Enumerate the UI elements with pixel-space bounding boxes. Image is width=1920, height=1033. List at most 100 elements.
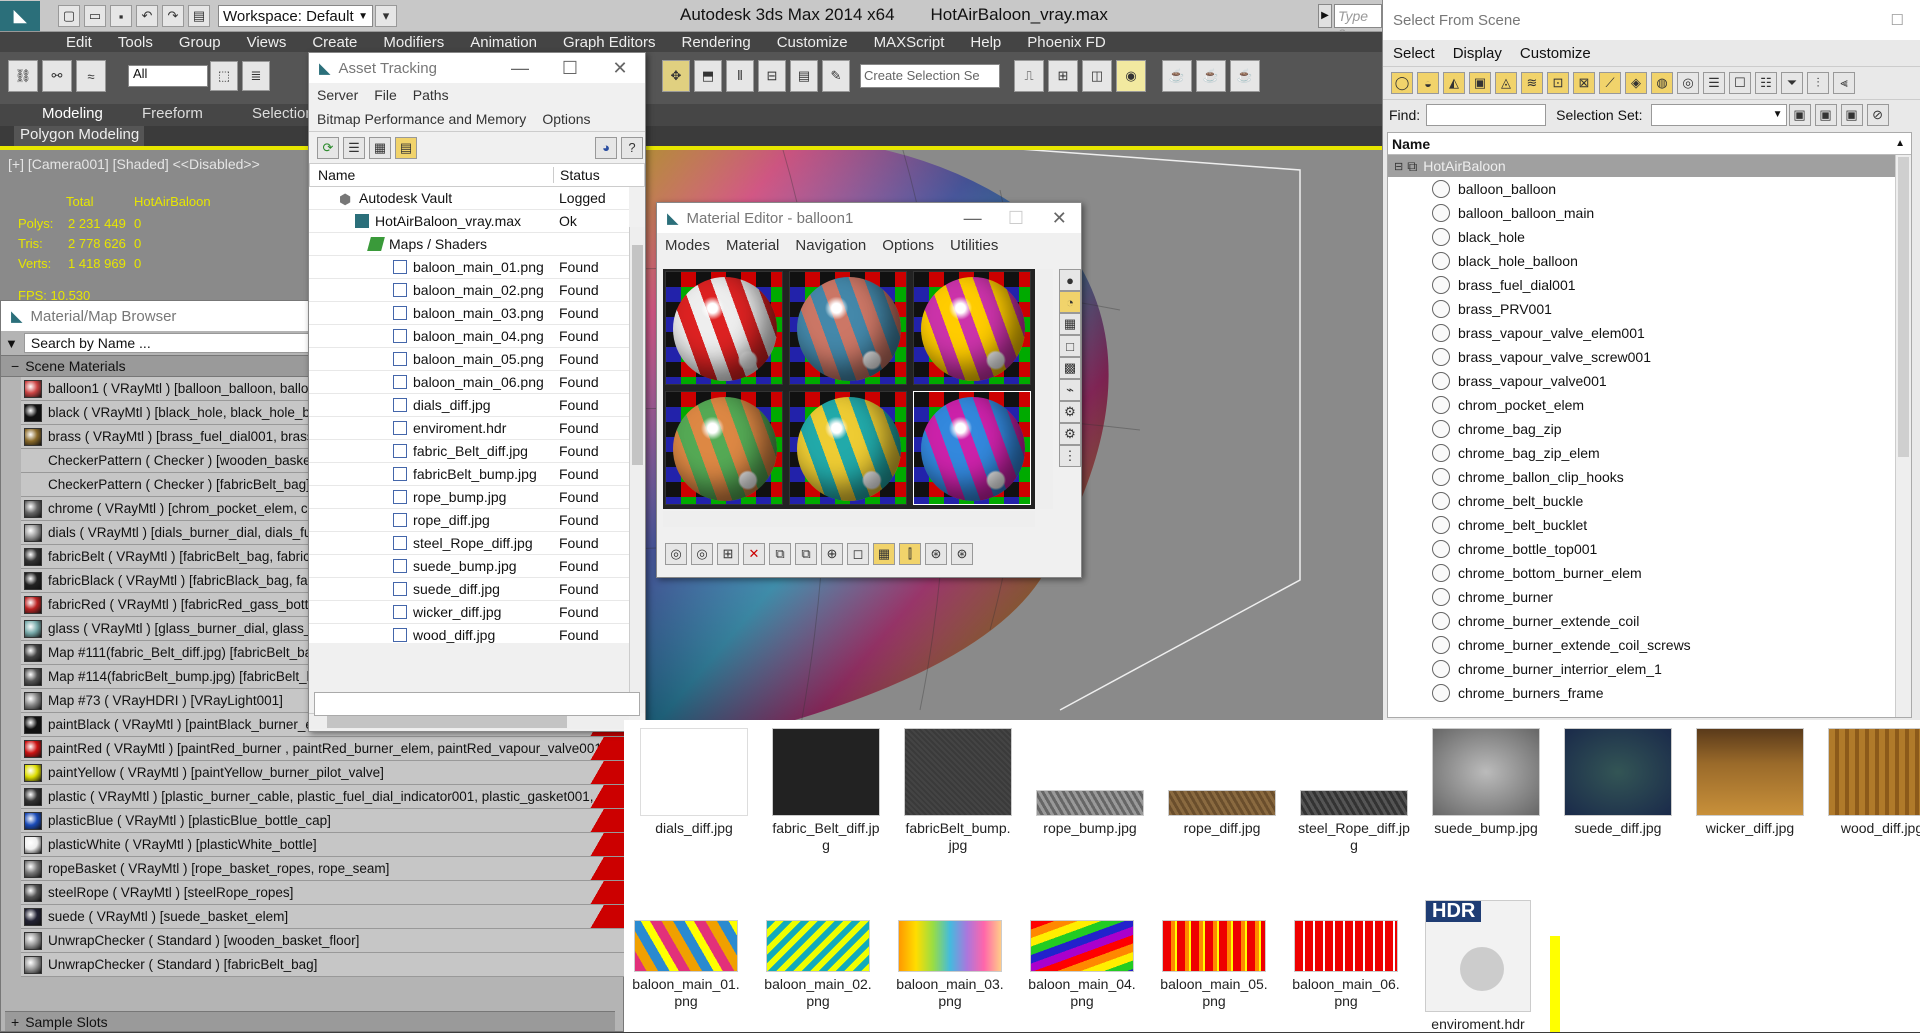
scene-object-row[interactable]: chrome_ballon_clip_hooks: [1432, 465, 1911, 489]
scene-object-row[interactable]: chrome_belt_buckle: [1432, 489, 1911, 513]
new-icon[interactable]: ▢: [58, 5, 80, 27]
scene-object-row[interactable]: chrom_pocket_elem: [1432, 393, 1911, 417]
asset-row[interactable]: baloon_main_06.png Found: [309, 371, 629, 394]
helpers-filter-icon[interactable]: ◬: [1495, 72, 1517, 94]
sel-set-b-icon[interactable]: ▣: [1814, 104, 1837, 126]
scene-object-row[interactable]: brass_vapour_valve_elem001: [1432, 321, 1911, 345]
mat-menu-navigation[interactable]: Navigation: [795, 237, 866, 254]
scene-menu-display[interactable]: Display: [1453, 45, 1502, 62]
sample-type-icon[interactable]: ●: [1059, 269, 1081, 291]
search-input[interactable]: Type a: [1334, 4, 1382, 40]
asset-row[interactable]: fabricBelt_bump.jpg Found: [309, 463, 629, 486]
spacewarps-filter-icon[interactable]: ≋: [1521, 72, 1543, 94]
menu-views[interactable]: Views: [247, 34, 287, 51]
save-icon[interactable]: ▪: [110, 5, 132, 27]
material-row[interactable]: plastic ( VRayMtl ) [plastic_burner_cabl…: [21, 785, 625, 809]
asset-row[interactable]: rope_diff.jpg Found: [309, 509, 629, 532]
video-color-icon[interactable]: ▩: [1059, 357, 1081, 379]
scene-object-row[interactable]: chrome_burners_frame: [1432, 681, 1911, 705]
make-copy-icon[interactable]: ⧉: [769, 543, 791, 565]
asset-row[interactable]: baloon_main_02.png Found: [309, 279, 629, 302]
render-frame-icon[interactable]: ☕: [1162, 60, 1192, 92]
sel-set-d-icon[interactable]: ⊘: [1866, 104, 1889, 126]
bones-filter-icon[interactable]: ⟋: [1599, 72, 1621, 94]
tab-freeform[interactable]: Freeform: [142, 105, 203, 122]
menu-customize[interactable]: Customize: [777, 34, 848, 51]
texture-thumb[interactable]: baloon_main_03. png: [888, 920, 1012, 1010]
app-logo-icon[interactable]: ◣: [0, 1, 40, 31]
render-production-icon[interactable]: ☕: [1196, 60, 1226, 92]
scene-object-row[interactable]: balloon_balloon_main: [1432, 201, 1911, 225]
play-arrow-icon[interactable]: ▶: [1318, 4, 1332, 28]
scene-object-row[interactable]: black_hole_balloon: [1432, 249, 1911, 273]
go-to-parent-icon[interactable]: ⊛: [925, 543, 947, 565]
shapes-filter-icon[interactable]: ◒: [1417, 72, 1439, 94]
mirror-icon[interactable]: ⫴: [726, 60, 754, 92]
background-icon[interactable]: ▦: [1059, 313, 1081, 335]
select-object-icon[interactable]: ⬚: [210, 61, 238, 91]
asset-row[interactable]: baloon_main_01.png Found: [309, 256, 629, 279]
mat-menu-options[interactable]: Options: [882, 237, 934, 254]
layer-icon[interactable]: ▤: [790, 60, 818, 92]
viewport-label[interactable]: [+] [Camera001] [Shaded] <<Disabled>>: [8, 156, 260, 172]
align-icon[interactable]: ⊟: [758, 60, 786, 92]
texture-thumb[interactable]: steel_Rope_diff.jp g: [1292, 720, 1416, 854]
menu-paths[interactable]: Paths: [413, 87, 449, 103]
go-forward-sibling-icon[interactable]: ⊛: [951, 543, 973, 565]
texture-thumb[interactable]: suede_bump.jpg: [1424, 720, 1548, 837]
material-row[interactable]: ropeBasket ( VRayMtl ) [rope_basket_rope…: [21, 857, 625, 881]
mat-menu-modes[interactable]: Modes: [665, 237, 710, 254]
render-setup-icon[interactable]: ◉: [1116, 60, 1146, 92]
scene-object-row[interactable]: balloon_balloon: [1432, 177, 1911, 201]
make-preview-icon[interactable]: ⌁: [1059, 379, 1081, 401]
spelling-icon[interactable]: ✎: [822, 60, 850, 92]
mat-maximize-button[interactable]: ☐: [994, 208, 1037, 229]
redo-icon[interactable]: ↷: [162, 5, 184, 27]
menu-bitmap-performance[interactable]: Bitmap Performance and Memory: [317, 111, 526, 127]
selection-filter-dropdown[interactable]: All: [128, 65, 208, 87]
material-row[interactable]: plasticBlue ( VRayMtl ) [plasticBlue_bot…: [21, 809, 625, 833]
menu-animation[interactable]: Animation: [470, 34, 537, 51]
menu-modifiers[interactable]: Modifiers: [383, 34, 444, 51]
scene-object-row[interactable]: chrome_burner_extende_coil_screws: [1432, 633, 1911, 657]
sample-slot[interactable]: [913, 391, 1031, 505]
menu-options[interactable]: Options: [542, 111, 590, 127]
texture-thumb[interactable]: wood_diff.jpg: [1820, 720, 1920, 837]
bind-spacewarp-icon[interactable]: ≈: [76, 60, 106, 92]
asset-row[interactable]: HotAirBaloon_vray.max Ok: [309, 210, 629, 233]
mat-close-button[interactable]: ✕: [1038, 208, 1081, 229]
sel-set-a-icon[interactable]: ▣: [1788, 104, 1811, 126]
asset-row[interactable]: suede_bump.jpg Found: [309, 555, 629, 578]
polygon-modeling-tab[interactable]: Polygon Modeling: [14, 126, 144, 146]
material-row[interactable]: paintYellow ( VRayMtl ) [paintYellow_bur…: [21, 761, 625, 785]
schematic-view-icon[interactable]: ⊞: [1048, 60, 1078, 92]
material-row[interactable]: plasticWhite ( VRayMtl ) [plasticWhite_b…: [21, 833, 625, 857]
make-unique-icon[interactable]: ⧉: [795, 543, 817, 565]
scene-object-row[interactable]: brass_fuel_dial001: [1432, 273, 1911, 297]
asset-row[interactable]: steel_Rope_diff.jpg Found: [309, 532, 629, 555]
find-options-icon[interactable]: ⫶: [1807, 72, 1829, 94]
scene-scroll-thumb[interactable]: [1898, 157, 1909, 457]
scene-object-row[interactable]: chrome_belt_bucklet: [1432, 513, 1911, 537]
minimize-button[interactable]: —: [495, 58, 545, 79]
browser-options-icon[interactable]: ▼: [5, 336, 18, 351]
xrefs-filter-icon[interactable]: ⊠: [1573, 72, 1595, 94]
material-row[interactable]: paintRed ( VRayMtl ) [paintRed_burner , …: [21, 737, 625, 761]
menu-help[interactable]: Help: [970, 34, 1001, 51]
menu-edit[interactable]: Edit: [66, 34, 92, 51]
sample-slot[interactable]: [665, 391, 783, 505]
menu-file[interactable]: File: [374, 87, 397, 103]
material-id-icon[interactable]: ◻: [847, 543, 869, 565]
asset-row[interactable]: ⬢ Autodesk Vault Logged: [309, 187, 629, 210]
mat-menu-utilities[interactable]: Utilities: [950, 237, 998, 254]
sel-set-c-icon[interactable]: ▣: [1840, 104, 1863, 126]
assign-material-icon[interactable]: ⊞: [717, 543, 739, 565]
select-by-name-icon[interactable]: ≣: [242, 61, 270, 91]
mat-menu-material[interactable]: Material: [726, 237, 779, 254]
sample-slot[interactable]: [913, 271, 1031, 385]
cameras-filter-icon[interactable]: ▣: [1469, 72, 1491, 94]
menu-phoenix-fd[interactable]: Phoenix FD: [1027, 34, 1105, 51]
containers-filter-icon[interactable]: ◈: [1625, 72, 1647, 94]
workspace-menu-icon[interactable]: ▾: [375, 5, 397, 27]
put-to-scene-icon[interactable]: ◎: [691, 543, 713, 565]
